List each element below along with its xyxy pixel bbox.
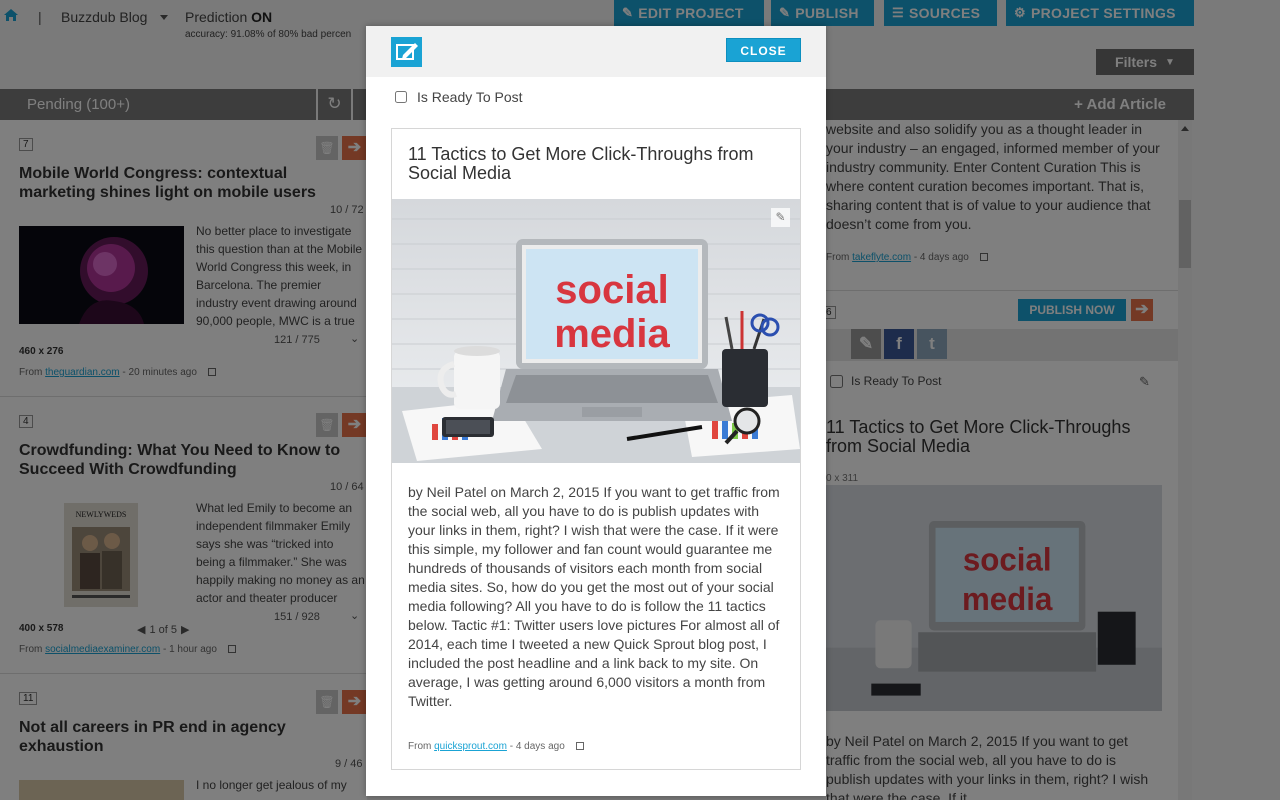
from-label: From <box>408 741 432 752</box>
ready-to-post-checkbox[interactable] <box>395 91 407 103</box>
image-word-media: media <box>554 312 670 356</box>
edit-icon <box>391 37 422 67</box>
source-line: From quicksprout.com - 4 days ago <box>408 741 584 752</box>
edit-image-button[interactable]: ✎ <box>771 208 790 227</box>
ready-to-post-label: Is Ready To Post <box>417 89 523 105</box>
image-word-social: social <box>555 268 668 312</box>
external-link-icon[interactable] <box>575 742 584 751</box>
social-media-laptop-image: social media <box>392 199 800 463</box>
article-preview: 11 Tactics to Get More Click-Throughs fr… <box>391 128 801 770</box>
time-ago: - 4 days ago <box>509 741 565 752</box>
source-link[interactable]: quicksprout.com <box>434 741 507 752</box>
article-title: 11 Tactics to Get More Click-Throughs fr… <box>408 144 754 183</box>
modal-header: CLOSE <box>366 26 826 77</box>
close-button[interactable]: CLOSE <box>726 38 801 62</box>
article-body: by Neil Patel on March 2, 2015 If you wa… <box>408 484 780 709</box>
pencil-icon: ✎ <box>775 210 786 224</box>
article-preview-modal: CLOSE Is Ready To Post 11 Tactics to Get… <box>366 26 826 796</box>
ready-to-post-checkbox-row[interactable]: Is Ready To Post <box>395 89 523 105</box>
article-image[interactable]: social media <box>392 199 800 463</box>
